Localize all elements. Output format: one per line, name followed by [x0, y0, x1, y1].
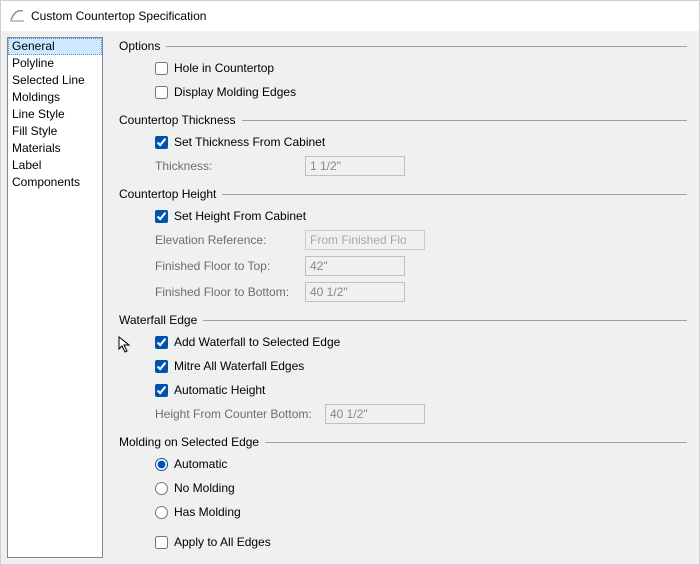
finished-floor-to-bottom-input[interactable] — [305, 282, 405, 302]
automatic-height-checkbox[interactable]: Automatic Height — [155, 383, 265, 397]
elevation-reference-select[interactable]: From Finished Floor — [305, 230, 425, 250]
sidebar-item-materials[interactable]: Materials — [8, 140, 102, 157]
apply-to-all-edges-checkbox[interactable]: Apply to All Edges — [155, 535, 271, 549]
molding-automatic-radio[interactable]: Automatic — [155, 457, 227, 471]
group-title-waterfall: Waterfall Edge — [119, 313, 197, 327]
sidebar-item-label[interactable]: Label — [8, 157, 102, 174]
group-title-molding-edge: Molding on Selected Edge — [119, 435, 259, 449]
hole-in-countertop-checkbox[interactable]: Hole in Countertop — [155, 61, 274, 75]
sidebar-item-components[interactable]: Components — [8, 174, 102, 191]
titlebar: Custom Countertop Specification — [1, 1, 699, 31]
mitre-waterfall-checkbox[interactable]: Mitre All Waterfall Edges — [155, 359, 304, 373]
dialog-body: General Polyline Selected Line Moldings … — [1, 31, 699, 564]
molding-none-radio[interactable]: No Molding — [155, 481, 235, 495]
cursor-icon — [118, 336, 132, 354]
app-icon — [9, 7, 25, 26]
elevation-reference-label: Elevation Reference: — [155, 233, 305, 247]
thickness-label: Thickness: — [155, 159, 305, 173]
add-waterfall-checkbox[interactable]: Add Waterfall to Selected Edge — [155, 335, 340, 349]
sidebar-item-fill-style[interactable]: Fill Style — [8, 123, 102, 140]
group-options: Options Hole in Countertop Display Moldi… — [119, 39, 687, 103]
finished-floor-to-bottom-label: Finished Floor to Bottom: — [155, 285, 305, 299]
group-title-thickness: Countertop Thickness — [119, 113, 236, 127]
group-title-height: Countertop Height — [119, 187, 216, 201]
sidebar-item-moldings[interactable]: Moldings — [8, 89, 102, 106]
group-molding-edge: Molding on Selected Edge Automatic No Mo… — [119, 435, 687, 553]
sidebar-nav[interactable]: General Polyline Selected Line Moldings … — [7, 37, 103, 558]
sidebar-item-polyline[interactable]: Polyline — [8, 55, 102, 72]
height-from-counter-bottom-label: Height From Counter Bottom: — [155, 407, 325, 421]
group-height: Countertop Height Set Height From Cabine… — [119, 187, 687, 303]
set-thickness-from-cabinet-checkbox[interactable]: Set Thickness From Cabinet — [155, 135, 325, 149]
window-title: Custom Countertop Specification — [31, 9, 206, 23]
finished-floor-to-top-label: Finished Floor to Top: — [155, 259, 305, 273]
sidebar-item-selected-line[interactable]: Selected Line — [8, 72, 102, 89]
molding-has-radio[interactable]: Has Molding — [155, 505, 241, 519]
dialog-window: Custom Countertop Specification General … — [0, 0, 700, 565]
height-from-counter-bottom-input[interactable] — [325, 404, 425, 424]
main-panel: Options Hole in Countertop Display Moldi… — [107, 37, 693, 558]
group-thickness: Countertop Thickness Set Thickness From … — [119, 113, 687, 177]
group-waterfall: Waterfall Edge Add Waterfall to Selected… — [119, 313, 687, 425]
sidebar-item-line-style[interactable]: Line Style — [8, 106, 102, 123]
set-height-from-cabinet-checkbox[interactable]: Set Height From Cabinet — [155, 209, 306, 223]
sidebar-item-general[interactable]: General — [8, 38, 102, 55]
group-title-options: Options — [119, 39, 160, 53]
finished-floor-to-top-input[interactable] — [305, 256, 405, 276]
thickness-input[interactable] — [305, 156, 405, 176]
display-molding-edges-checkbox[interactable]: Display Molding Edges — [155, 85, 296, 99]
